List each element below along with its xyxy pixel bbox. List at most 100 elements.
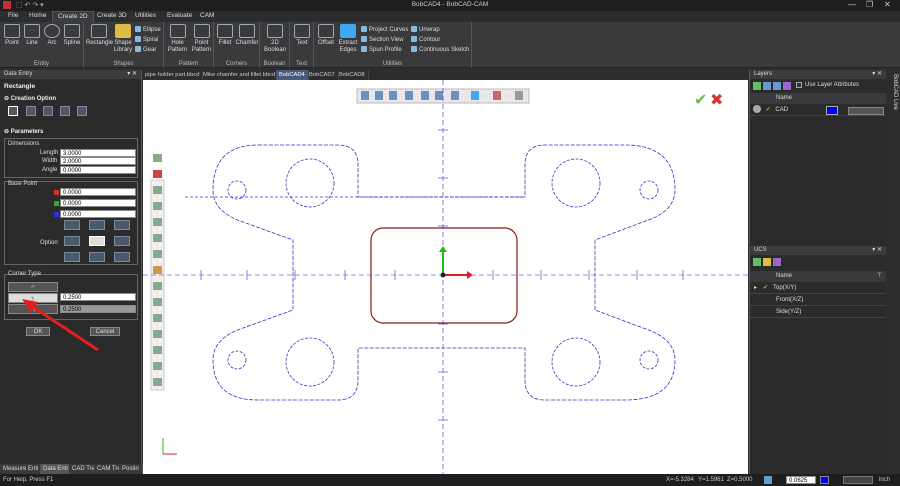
color-swatch[interactable] [820, 476, 829, 484]
annotation-arrow [22, 299, 99, 352]
tab-evaluate[interactable]: Evaluate [162, 11, 197, 22]
layer-row[interactable]: ✔ CAD [750, 105, 886, 116]
gear-button[interactable]: Gear [135, 46, 156, 55]
line-button[interactable]: Line [23, 24, 41, 47]
tab-create-2d[interactable]: Create 2D [52, 11, 94, 22]
use-layer-attributes-checkbox[interactable] [796, 82, 802, 88]
step-input[interactable]: 0.0625 [786, 476, 816, 484]
ucs-header: UCS ▾ ✕ [750, 246, 886, 255]
arc-icon [44, 24, 60, 38]
active-check-icon[interactable]: ✔ [766, 107, 771, 113]
visibility-icon[interactable] [753, 105, 761, 114]
layers-grid-header: Name [750, 93, 886, 104]
point-pattern-button[interactable]: Point Pattern [190, 24, 213, 54]
spline-button[interactable]: Spline [62, 24, 82, 47]
tab-posting[interactable]: Postin [119, 464, 143, 474]
group-label: Entity [33, 61, 49, 67]
minimize-button[interactable]: — [848, 0, 856, 9]
check-icon[interactable]: ✔ [694, 90, 707, 109]
ucs-row[interactable]: Side(Y/Z) [750, 307, 886, 318]
maximize-button[interactable]: ❐ [866, 0, 873, 9]
ribbon-tabs: File Home Create 2D Create 3D Utilities … [0, 11, 900, 22]
point-button[interactable]: Point [3, 24, 21, 47]
group-label: Corners [225, 61, 248, 67]
grid-icon[interactable] [764, 476, 772, 484]
unwrap-icon [411, 26, 417, 33]
bobcad-live-tab[interactable]: BobCAD Live [889, 74, 898, 118]
close-button[interactable]: ✕ [884, 0, 891, 9]
tab-file[interactable]: File [3, 11, 23, 22]
part-geometry[interactable] [185, 144, 676, 401]
boolean-icon [267, 24, 283, 38]
doc-tab-bobcad7[interactable]: BobCAD7 [306, 70, 339, 80]
group-label: Text [295, 61, 307, 67]
contour-button[interactable]: Contour [411, 36, 440, 45]
section-view-button[interactable]: Section View [361, 36, 404, 45]
group-pattern: Hole Pattern Point Pattern Pattern [164, 22, 214, 68]
units-dropdown[interactable]: inch [879, 477, 890, 483]
linestyle-dropdown[interactable] [843, 476, 873, 484]
layer-linestyle-dropdown[interactable] [848, 107, 884, 115]
offset-button[interactable]: Offset [316, 24, 336, 47]
arc-button[interactable]: Arc [43, 24, 61, 47]
title-bar: ⬚ ↶ ↷ ▾ BobCAD4 - BobCAD-CAM — ❐ ✕ [0, 0, 900, 11]
doc-tab-pipe-holder[interactable]: pipe holder part.bbcd [142, 70, 204, 80]
hole-pattern-button[interactable]: Hole Pattern [166, 24, 189, 54]
ucs-row[interactable]: Front(X/Z) [750, 295, 886, 306]
chamfer-icon [239, 24, 255, 38]
cancel-x-icon[interactable]: ✖ [710, 90, 723, 109]
active-check-icon[interactable]: ✔ [763, 285, 768, 291]
group-text: Text Text [290, 22, 314, 68]
layers-close-icon[interactable]: ▾ ✕ [872, 70, 882, 79]
snap-toolbar[interactable] [150, 154, 165, 391]
data-entry-panel: Data Entry ▾ ✕ Rectangle ⊖ Creation Optio… [0, 70, 143, 474]
ucs-toolbar[interactable] [753, 258, 781, 268]
ucs-close-icon[interactable]: ▾ ✕ [872, 246, 882, 255]
star-icon [115, 24, 131, 38]
continuous-sketch-icon [411, 46, 417, 53]
tab-data-entry[interactable]: Data Entr [40, 464, 73, 474]
rectangle-button[interactable]: Rectangle [86, 24, 113, 47]
cad-viewport[interactable]: ✔ ✖ [143, 80, 748, 474]
y-coordinate: Y=1.5961 [698, 477, 724, 483]
spline-icon [64, 24, 80, 38]
boolean-2d-button[interactable]: 2D Boolean [262, 24, 288, 54]
tab-utilities[interactable]: Utilities [130, 11, 161, 22]
status-bar: For Help, Press F1 X=-5.3284 Y=1.5961 Z=… [0, 474, 900, 486]
project-curves-icon [361, 26, 367, 33]
spiral-icon [135, 36, 141, 43]
spun-profile-button[interactable]: Spun Profile [361, 46, 402, 55]
section-view-icon [361, 36, 367, 43]
spiral-button[interactable]: Spiral [135, 36, 158, 45]
shape-library-button[interactable]: Shape Library [113, 24, 133, 54]
group-boolean: 2D Boolean Boolean [260, 22, 290, 68]
tab-measure-entity[interactable]: Measure Enti [0, 464, 43, 474]
drawing-canvas[interactable]: ✔ ✖ [143, 80, 748, 474]
layer-color-swatch[interactable] [826, 106, 838, 115]
tab-home[interactable]: Home [24, 11, 51, 22]
group-label: Pattern [178, 61, 199, 67]
doc-tab-bobcad4[interactable]: BobCAD4 [276, 70, 309, 80]
view-triad-icon [162, 438, 177, 455]
fillet-button[interactable]: Fillet [216, 24, 234, 47]
fillet-icon [217, 24, 233, 38]
gear-icon [135, 46, 141, 53]
doc-tab-bobcad8[interactable]: BobCAD8 [336, 70, 369, 80]
tab-create-3d[interactable]: Create 3D [92, 11, 132, 22]
project-curves-button[interactable]: Project Curves [361, 26, 408, 35]
continuous-sketch-button[interactable]: Continuous Sketch [411, 46, 469, 55]
filter-icon[interactable]: ⊤ [877, 271, 882, 282]
ucs-grid-header: Name ⊤ [750, 271, 886, 282]
side-strip[interactable]: BobCAD Live [887, 70, 900, 474]
text-button[interactable]: Text [292, 24, 312, 47]
doc-tab-mike-chamfer[interactable]: Mike chamfer and fillet.bbcd [200, 70, 280, 80]
ucs-row[interactable]: ▸ ✔ Top(X/Y) [750, 283, 886, 294]
group-utilities: Offset Extract Edges Project Curves Sect… [314, 22, 472, 68]
ellipse-icon [135, 26, 141, 33]
unwrap-button[interactable]: Unwrap [411, 26, 440, 35]
extract-edges-button[interactable]: Extract Edges [337, 24, 359, 54]
tab-cam[interactable]: CAM [195, 11, 219, 22]
chamfer-button[interactable]: Chamfer [235, 24, 259, 47]
ellipse-button[interactable]: Ellipse [135, 26, 161, 35]
spun-profile-icon [361, 46, 367, 53]
